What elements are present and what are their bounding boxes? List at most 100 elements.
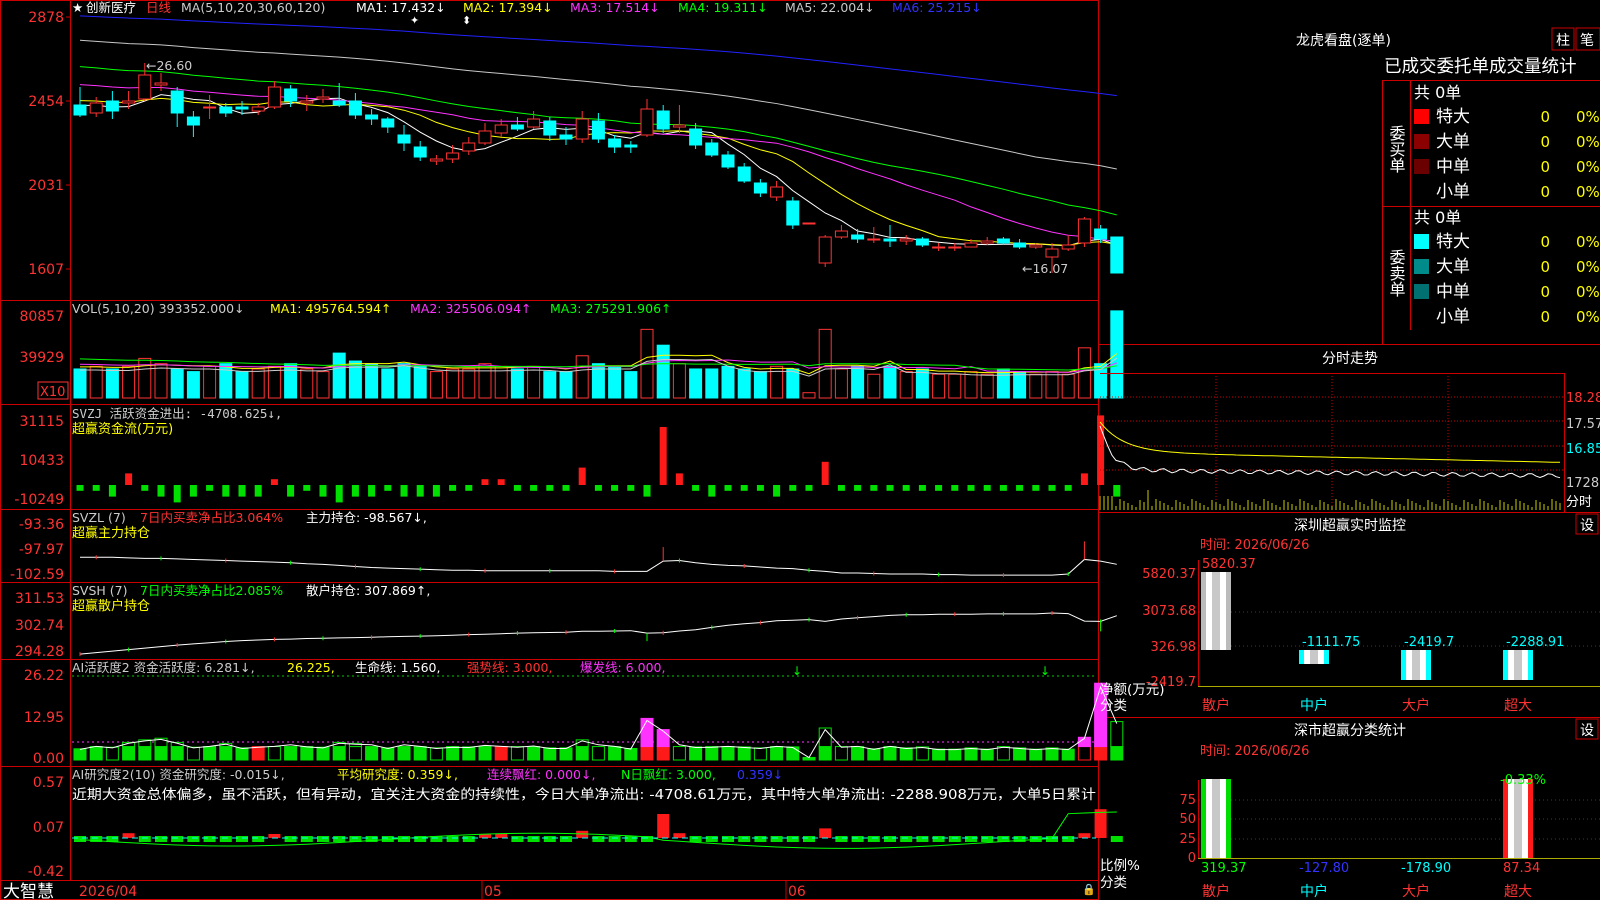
ai-activity-bar	[462, 746, 476, 761]
candle-body	[753, 182, 767, 194]
ai-activity-bars	[73, 682, 1124, 761]
volume-bar	[348, 360, 362, 399]
ai-research-bar	[965, 836, 977, 842]
svzj-bar	[578, 467, 586, 485]
candle-body	[462, 142, 476, 152]
ai-activity-bar	[381, 747, 395, 761]
ai-activity-bar	[138, 746, 152, 761]
candle-body	[656, 110, 670, 130]
dragon-swatch	[1414, 134, 1429, 149]
dragon-swatch	[1414, 234, 1429, 249]
svzl-axis-label: -102.59	[10, 567, 64, 583]
monitor-bar-edge	[1528, 650, 1533, 680]
ai-activity-bar	[899, 747, 913, 761]
svsh-legend-name: SVSH (7)	[72, 583, 128, 598]
candle-body	[640, 108, 654, 136]
ai-activity-bar	[575, 746, 589, 761]
ai-activity-bar	[753, 747, 767, 761]
dragon-swatch	[1414, 109, 1429, 124]
svzj-bar	[756, 485, 764, 491]
volume-bar	[251, 368, 265, 399]
svzj-bar	[141, 485, 149, 491]
candle-body	[494, 124, 508, 134]
dragon-row-pct: 0%	[1576, 108, 1600, 126]
ai-activity-bar	[446, 746, 460, 761]
candle-body	[316, 96, 330, 100]
classify-category: 超大	[1504, 884, 1532, 900]
ai-research-bar	[300, 836, 313, 842]
monitor-bar-edge	[1201, 572, 1206, 650]
ai-activity-bar	[786, 746, 800, 761]
svzl-legend-value: 主力持仓: -98.567↓,	[306, 510, 427, 525]
ai-activity-bar	[235, 747, 249, 761]
volume-bar	[834, 368, 848, 399]
ai-active-axis-label: 26.22	[24, 668, 64, 684]
volume-bar	[154, 363, 168, 399]
volume-bar	[608, 365, 622, 399]
svzj-bar	[384, 485, 392, 491]
period-label[interactable]: 日线	[146, 0, 172, 15]
ai-activity-bar	[413, 746, 427, 761]
classify-bar-edge	[1528, 779, 1533, 858]
volume-bar	[932, 373, 946, 399]
classify-bar-shade	[1212, 779, 1220, 858]
candle-body	[251, 106, 265, 112]
ai-research-bar	[138, 836, 151, 842]
ai-research-bar	[74, 836, 86, 842]
volume-bar	[219, 363, 233, 399]
candle-body	[705, 142, 719, 156]
candle-body	[348, 100, 362, 116]
ai-activity-bar	[89, 746, 103, 761]
ai-research-bar	[657, 814, 670, 838]
star-icon[interactable]: ★	[72, 0, 83, 15]
candle-body	[948, 246, 962, 249]
pin-icon: ✦	[410, 14, 419, 27]
ai-activity-bar	[851, 746, 865, 761]
dragon-title: 龙虎看盘(逐单)	[1296, 32, 1391, 49]
candle-body	[413, 146, 427, 158]
svzj-bar	[368, 485, 376, 497]
dragon-row-value: 0	[1540, 133, 1550, 151]
candle-body	[1094, 228, 1108, 240]
classify-category: 大户	[1402, 883, 1430, 900]
candle-body	[203, 106, 217, 109]
ai-research-bar	[803, 836, 815, 842]
ai-research-bar	[527, 836, 540, 842]
ma3-legend: MA3: 17.514↓	[570, 0, 660, 15]
ai-activity-bar	[365, 746, 379, 761]
ai-activity-bar	[980, 748, 994, 761]
ai-research-bar	[754, 836, 767, 842]
ai-research-bar	[689, 836, 702, 842]
volume-bar	[89, 365, 103, 399]
ai-activity-bar	[73, 748, 87, 761]
date-label: 2026/04	[79, 884, 137, 900]
ai-research-bar	[252, 836, 265, 842]
ai-activity-bar	[608, 746, 622, 761]
intraday-axis-label: 17280	[1566, 476, 1600, 491]
svzj-panel: SVZJ 活跃资金进出: -4708.625↓, 超赢资金流(万元) 31115…	[14, 406, 1121, 508]
volume-bar	[672, 363, 686, 399]
svzj-bar	[983, 485, 991, 491]
candle-body	[591, 120, 605, 140]
dragon-row-value: 0	[1540, 183, 1550, 201]
ai-research-axis-label: 0.07	[33, 820, 64, 836]
candle-body	[73, 104, 87, 116]
candle-body	[996, 238, 1010, 244]
volume-bar	[899, 371, 913, 399]
volume-bar	[851, 365, 865, 399]
volume-bar	[915, 368, 929, 399]
volume-bar	[446, 368, 460, 399]
svzj-bar	[967, 485, 975, 491]
volume-bars	[73, 310, 1124, 399]
ai-research-bar	[187, 836, 200, 842]
svzj-bar	[287, 485, 295, 497]
classify-axis-label: 0	[1188, 851, 1196, 866]
dragon-row-name: 中单	[1436, 282, 1470, 302]
svzj-bar	[951, 485, 959, 491]
candle-body	[332, 100, 346, 106]
stock-chart-window: 2878 2454 2031 1607 ★ 创新医疗 日线 MA(5,10,20…	[0, 0, 1600, 900]
lock-icon[interactable]: 🔒	[1082, 883, 1096, 896]
ai-activity-bar	[478, 746, 492, 761]
svzj-bar	[643, 485, 651, 497]
dragon-row-pct: 0%	[1576, 258, 1600, 276]
